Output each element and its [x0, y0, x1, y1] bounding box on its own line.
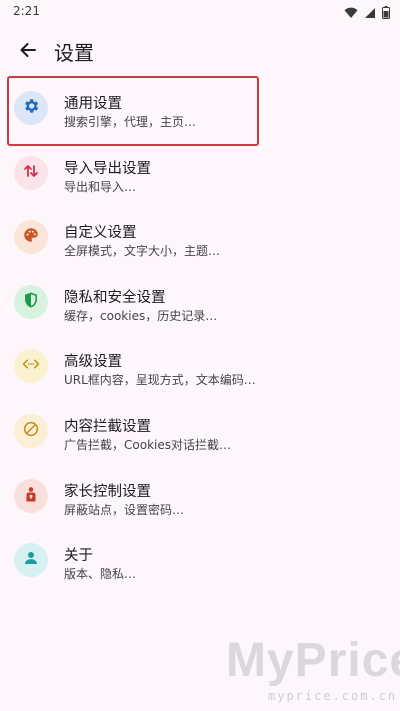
watermark-url: myprice.com.cn [268, 689, 398, 703]
item-subtitle: URL框内容，呈现方式，文本编码… [64, 373, 256, 388]
item-subtitle: 广告拦截，Cookies对话拦截… [64, 437, 231, 452]
settings-item-general[interactable]: 通用设置 搜索引擎，代理，主页… [0, 76, 400, 141]
icon-circle [14, 91, 48, 125]
item-title: 内容拦截设置 [64, 418, 151, 435]
item-title: 高级设置 [64, 354, 122, 371]
item-subtitle: 屏蔽站点，设置密码… [64, 502, 185, 517]
arrow-left-icon [19, 41, 37, 63]
wifi-icon [344, 4, 358, 23]
settings-item-privacy[interactable]: 隐私和安全设置 缓存，cookies，历史记录… [0, 270, 400, 335]
icon-circle [14, 220, 48, 255]
icon-circle [14, 284, 48, 319]
shield-icon [22, 291, 40, 313]
item-title: 自定义设置 [64, 225, 137, 242]
settings-item-content-blocking[interactable]: 内容拦截设置 广告拦截，Cookies对话拦截… [0, 399, 400, 464]
page-title: 设置 [54, 41, 94, 65]
parental-icon [22, 485, 40, 507]
code-icon [22, 355, 40, 377]
import-export-icon [23, 163, 39, 183]
item-title: 家长控制设置 [64, 483, 151, 500]
settings-item-parental[interactable]: 家长控制设置 屏蔽站点，设置密码… [0, 464, 400, 529]
block-icon [22, 420, 40, 442]
icon-circle [14, 478, 48, 513]
item-subtitle: 导出和导入… [64, 179, 137, 194]
status-time: 2:21 [13, 4, 40, 18]
icon-circle [14, 413, 48, 448]
icon-circle [14, 543, 48, 578]
icon-circle [14, 349, 48, 384]
app-bar: 设置 [0, 24, 400, 80]
item-title: 导入导出设置 [64, 160, 151, 177]
status-icons [344, 4, 390, 23]
signal-icon [364, 4, 376, 23]
gear-icon [22, 97, 40, 119]
palette-icon [22, 226, 40, 248]
watermark-logo: MyPrice [226, 634, 400, 687]
item-subtitle: 缓存，cookies，历史记录… [64, 308, 218, 323]
item-title: 隐私和安全设置 [64, 289, 166, 306]
item-title: 通用设置 [64, 96, 122, 112]
battery-icon [382, 4, 390, 23]
icon-circle [14, 155, 48, 190]
status-bar: 2:21 [0, 0, 400, 24]
watermark: MyPrice myprice.com.cn [226, 633, 400, 711]
settings-item-customize[interactable]: 自定义设置 全屏模式，文字大小，主题… [0, 205, 400, 270]
settings-list: 通用设置 搜索引擎，代理，主页… 导入导出设置 导出和导入… 自定义设置 全屏模… [0, 76, 400, 593]
back-button[interactable] [10, 34, 46, 70]
settings-item-import-export[interactable]: 导入导出设置 导出和导入… [0, 141, 400, 206]
settings-item-about[interactable]: 关于 版本、隐私… [0, 528, 400, 593]
settings-item-advanced[interactable]: 高级设置 URL框内容，呈现方式，文本编码… [0, 334, 400, 399]
item-title: 关于 [64, 548, 93, 565]
person-icon [22, 549, 40, 571]
item-subtitle: 版本、隐私… [64, 567, 137, 582]
item-subtitle: 全屏模式，文字大小，主题… [64, 244, 221, 259]
item-subtitle: 搜索引擎，代理，主页… [64, 115, 197, 129]
